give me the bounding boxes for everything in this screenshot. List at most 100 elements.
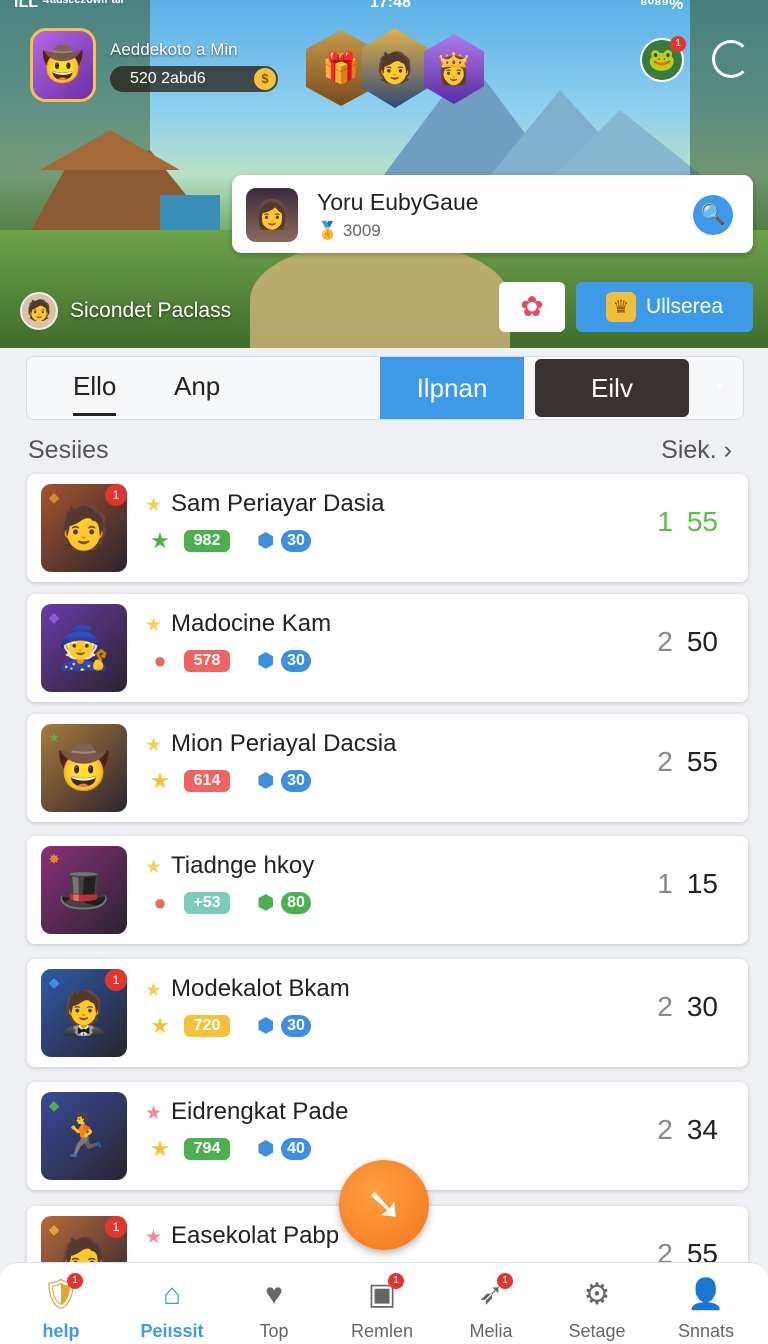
rank-value: 1 55 [657,506,718,538]
rank-number: 30 [686,991,718,1022]
stat-icon: ★ [150,768,170,793]
level-badge: 1 [105,484,127,506]
player-name: Eidrengkat Pade [171,1098,349,1125]
list-item[interactable]: ◆ 🤵 1 ★ Modekalot Bkam ★ 720 ⬢ 30 2 30 [27,959,748,1067]
list-item[interactable]: ◆ 🧙 ★ Madocine Kam ● 578 ⬢ 30 2 50 [27,594,748,702]
thumb-badge-icon: ✸ [48,851,60,867]
character-icon: 🤠 [57,743,111,791]
status-bar: ILL ⁴ᵃᵈˢᵉᵉᶻᵒʷⁿ ᵃᶦᶠ 17:48 ⁸⁰⁸⁹% [0,0,768,14]
gem-icon: ⬢ [257,1138,275,1160]
stat-value: 794 [184,1138,230,1160]
rank-prefix: 2 [657,1114,673,1145]
rank-number: 55 [686,506,718,537]
nav-badge: 1 [388,1273,404,1289]
nav-item-home[interactable]: ⌂ Peiıssit [127,1275,217,1342]
search-card-title: Yoru EubyGaue [317,189,479,215]
nav-label: help [42,1321,80,1341]
player-name: Madocine Kam [171,610,332,637]
nav-item-gear[interactable]: ⚙ Setage [552,1275,642,1342]
section-header: Sesiies Siek. › [28,436,732,466]
place-label-group[interactable]: 🧑 Sicondet Paclass [20,292,231,330]
tab-ello[interactable]: Ello [73,371,117,416]
gem-value: 30 [281,1015,311,1037]
thumb-badge-icon: ◆ [48,1221,60,1237]
unlock-label: Ullserea [645,295,724,318]
unlock-button[interactable]: ♛ Ullserea [576,282,753,332]
rank-number: 50 [686,626,718,657]
nav-badge: 1 [67,1273,83,1289]
nav-label: Top [259,1321,289,1341]
player-thumbnail: ◆ 🧑 1 [41,484,127,572]
list-item[interactable]: ★ 🤠 ★ Mion Periayal Dacsia ★ 614 ⬢ 30 2 55 [27,714,748,822]
rank-prefix: 2 [657,746,673,777]
chevron-down-icon[interactable]: ▼ [713,379,727,395]
nav-label: Remlen [350,1321,414,1341]
player-thumbnail: ◆ 🤵 1 [41,969,127,1057]
player-profile[interactable]: 🤠 Aeddekoto a Min 520 2abd6 $ [30,28,278,106]
rank-prefix: 1 [657,506,673,537]
gem-icon: ⬢ [257,650,275,672]
player-thumbnail: ✸ 🎩 [41,846,127,934]
rank-value: 1 15 [657,868,718,900]
character-icon: 🤵 [57,988,111,1036]
nav-label: Peiıssit [140,1321,204,1341]
nav-item-shield[interactable]: 🛡 1 help [16,1273,106,1342]
shield-icon: 🛡 1 [41,1273,83,1315]
stat-value: +53 [184,892,230,914]
star-icon: ★ [145,615,163,636]
stat-value: 720 [184,1015,230,1037]
heart-icon: ♥ [265,1278,283,1311]
player-name: Sam Periayar Dasia [171,490,385,517]
tab-ilpnan[interactable]: Ilpnan [380,357,524,419]
gift-icon: ✿ [520,291,544,322]
character-icon: 🧙 [57,623,111,671]
tab-eilv[interactable]: Eilv [535,359,689,417]
gem-icon: ⬢ [257,892,275,914]
player-thumbnail: ★ 🤠 [41,724,127,812]
list-item[interactable]: ◆ 🧑 1 ★ Sam Periayar Dasia ★ 982 ⬢ 30 1 55 [27,474,748,582]
gem-value: 30 [281,770,311,792]
nav-item-heart[interactable]: ♥ Top [229,1275,319,1342]
gift-button[interactable]: ✿ [499,282,565,332]
loading-spinner-icon[interactable] [712,40,750,78]
rank-value: 2 30 [657,991,718,1023]
star-icon: ★ [145,1103,163,1124]
thumb-badge-icon: ◆ [48,609,60,625]
search-icon[interactable]: 🔍 [693,195,733,235]
crown-icon: ♛ [605,292,636,322]
level-badge: 1 [105,1216,127,1238]
rank-prefix: 2 [657,626,673,657]
rank-prefix: 1 [657,868,673,899]
star-icon: ★ [145,1227,163,1248]
stat-icon: ● [153,890,167,915]
gem-value: 30 [281,650,311,672]
medal-icon: 🏅 [317,221,339,240]
star-icon: ★ [145,980,163,1001]
tab-anp[interactable]: Anp [174,371,220,402]
section-see-all-link[interactable]: Siek. › [661,436,732,465]
user-icon: 👤 [687,1278,725,1311]
stat-value: 982 [184,530,230,552]
section-title: Sesiies [28,436,109,464]
path-art [250,240,510,348]
home-icon: ⌂ [162,1278,182,1311]
player-avatar[interactable]: 🤠 [30,28,96,102]
nav-item-user[interactable]: 👤 Snnats [661,1275,751,1342]
player-thumbnail: ◆ 🧙 [41,604,127,692]
nav-label: Setage [568,1321,626,1341]
stat-icon: ★ [150,1013,170,1038]
place-label: Sicondet Paclass [70,299,232,322]
status-right: ⁸⁰⁸⁹% [640,0,684,13]
nav-badge: 1 [497,1273,513,1289]
nav-item-rocket[interactable]: ➶ 1 Melia [446,1273,536,1342]
player-search-card[interactable]: 👩 Yoru EubyGaue 🏅 3009 🔍 [232,175,753,253]
nav-item-monitor[interactable]: ▣ 1 Remlen [337,1273,427,1342]
star-icon: ★ [145,735,163,756]
arrow-icon[interactable]: ➘ [339,1160,429,1250]
star-icon: ★ [145,857,163,878]
nav-label: Snnats [677,1321,735,1341]
points-value: 3009 [342,221,381,240]
place-avatar: 🧑 [20,292,58,330]
list-item[interactable]: ✸ 🎩 ★ Tiadnge hkoy ● +53 ⬢ 80 1 15 [27,836,748,944]
friend-avatar[interactable]: 🐸 1 [640,36,686,82]
